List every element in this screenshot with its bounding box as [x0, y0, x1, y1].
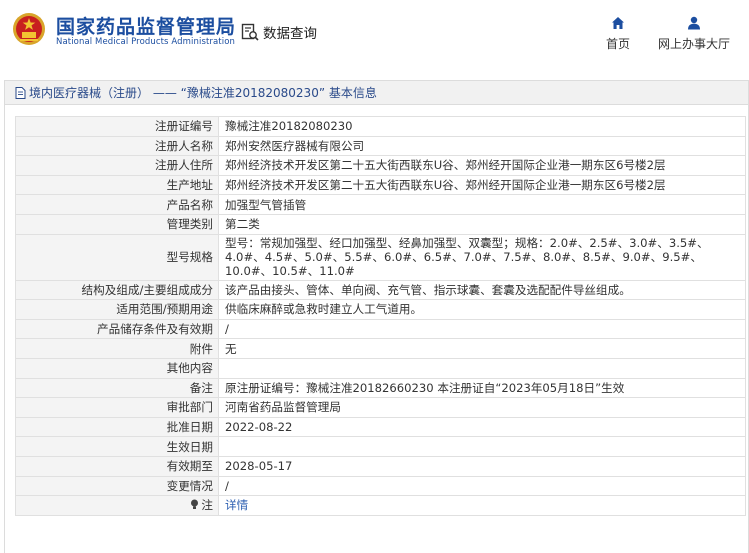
table-row: 备注 原注册证编号：豫械注准20182660230 本注册证自“2023年05月1…	[15, 377, 746, 399]
field-value: /	[218, 475, 746, 497]
field-label: 注册证编号	[15, 116, 219, 137]
field-value: 该产品由接头、管体、单向阀、充气管、指示球囊、套囊及选配配件导丝组成。	[218, 279, 746, 301]
table-row: 生效日期	[15, 436, 746, 457]
field-value: 型号：常规加强型、经口加强型、经鼻加强型、双囊型；规格：2.0#、2.5#、3.…	[218, 233, 746, 281]
field-value	[218, 357, 746, 379]
field-label: 其他内容	[15, 357, 219, 379]
site-title: 国家药品监督管理局	[56, 16, 237, 38]
field-value	[218, 436, 746, 457]
data-query-label: 数据查询	[263, 26, 317, 42]
panel-header: 境内医疗器械（注册） —— “豫械注准20182080230” 基本信息	[5, 81, 748, 105]
national-emblem-logo-icon	[13, 13, 45, 45]
field-label: 注册人名称	[15, 135, 219, 157]
note-label: 注	[201, 498, 213, 513]
table-row: 注册人名称 郑州安然医疗器械有限公司	[15, 135, 746, 157]
field-label: 注册人住所	[15, 155, 219, 176]
device-info-table: 注册证编号 豫械注准20182080230 注册人名称 郑州安然医疗器械有限公司 注…	[15, 116, 746, 516]
table-row: 有效期至 2028-05-17	[15, 455, 746, 477]
field-value: 加强型气管插管	[218, 194, 746, 215]
nav-home[interactable]: 首页	[600, 16, 636, 52]
table-row: 变更情况 /	[15, 475, 746, 497]
field-label: 产品名称	[15, 194, 219, 215]
document-icon	[15, 86, 26, 99]
field-value: /	[218, 318, 746, 340]
field-value: 2022-08-22	[218, 416, 746, 438]
field-label: 管理类别	[15, 213, 219, 235]
field-label: 有效期至	[15, 455, 219, 477]
table-row: 型号规格 型号：常规加强型、经口加强型、经鼻加强型、双囊型；规格：2.0#、2.5…	[15, 233, 746, 281]
field-label: 结构及组成/主要组成成分	[15, 279, 219, 301]
table-row: 适用范围/预期用途 供临床麻醉或急救时建立人工气道用。	[15, 299, 746, 320]
nav-home-label: 首页	[605, 37, 630, 51]
home-icon	[612, 17, 624, 29]
table-row: 附件无	[15, 338, 746, 359]
details-link[interactable]: 详情	[225, 498, 248, 512]
field-value: 郑州经济技术开发区第二十五大街西联东U谷、郑州经开国际企业港一期东区6号楼2层	[218, 155, 746, 176]
field-label: 型号规格	[15, 233, 219, 281]
data-query-link[interactable]: 数据查询	[241, 22, 317, 42]
panel-title: 境内医疗器械（注册） —— “豫械注准20182080230” 基本信息	[29, 86, 377, 100]
field-label: 产品储存条件及有效期	[15, 318, 219, 340]
field-label: 生产地址	[15, 174, 219, 196]
table-row-note: 注 详情	[15, 495, 746, 516]
field-value: 原注册证编号：豫械注准20182660230 本注册证自“2023年05月18日…	[218, 377, 746, 399]
field-label: 变更情况	[15, 475, 219, 497]
field-label: 审批部门	[15, 397, 219, 418]
user-icon	[688, 16, 700, 30]
field-label: 备注	[15, 377, 219, 399]
field-value: 无	[218, 338, 746, 359]
table-row: 注册人住所 郑州经济技术开发区第二十五大街西联东U谷、郑州经开国际企业港一期东区6…	[15, 155, 746, 176]
field-value: 供临床麻醉或急救时建立人工气道用。	[218, 299, 746, 320]
site-header: 国家药品监督管理局 National Medical Products Admi…	[0, 0, 749, 65]
note-value-cell: 详情	[218, 495, 746, 516]
search-document-icon	[241, 23, 259, 41]
table-row: 产品储存条件及有效期 /	[15, 318, 746, 340]
field-value: 郑州安然医疗器械有限公司	[218, 135, 746, 157]
nav-online-office[interactable]: 网上办事大厅	[652, 16, 736, 52]
field-value: 郑州经济技术开发区第二十五大街西联东U谷、郑州经开国际企业港一期东区6号楼2层	[218, 174, 746, 196]
table-row: 管理类别 第二类	[15, 213, 746, 235]
field-value: 2028-05-17	[218, 455, 746, 477]
nav-online-office-label: 网上办事大厅	[657, 37, 730, 51]
table-row: 注册证编号 豫械注准20182080230	[15, 116, 746, 137]
field-value: 河南省药品监督管理局	[218, 397, 746, 418]
device-info-panel: 境内医疗器械（注册） —— “豫械注准20182080230” 基本信息 注册证…	[4, 80, 749, 553]
field-value: 第二类	[218, 213, 746, 235]
field-label: 生效日期	[15, 436, 219, 457]
table-row: 审批部门 河南省药品监督管理局	[15, 397, 746, 418]
site-subtitle: National Medical Products Administration	[56, 37, 235, 47]
table-row: 生产地址 郑州经济技术开发区第二十五大街西联东U谷、郑州经开国际企业港一期东区6号…	[15, 174, 746, 196]
field-label: 附件	[15, 338, 219, 359]
bulb-icon	[191, 499, 199, 510]
table-row: 结构及组成/主要组成成分 该产品由接头、管体、单向阀、充气管、指示球囊、套囊及选配…	[15, 279, 746, 301]
field-label: 批准日期	[15, 416, 219, 438]
field-value: 豫械注准20182080230	[218, 116, 746, 137]
field-label: 适用范围/预期用途	[15, 299, 219, 320]
table-row: 产品名称 加强型气管插管	[15, 194, 746, 215]
note-label-cell: 注	[15, 495, 219, 516]
table-row: 批准日期 2022-08-22	[15, 416, 746, 438]
table-row: 其他内容	[15, 357, 746, 379]
